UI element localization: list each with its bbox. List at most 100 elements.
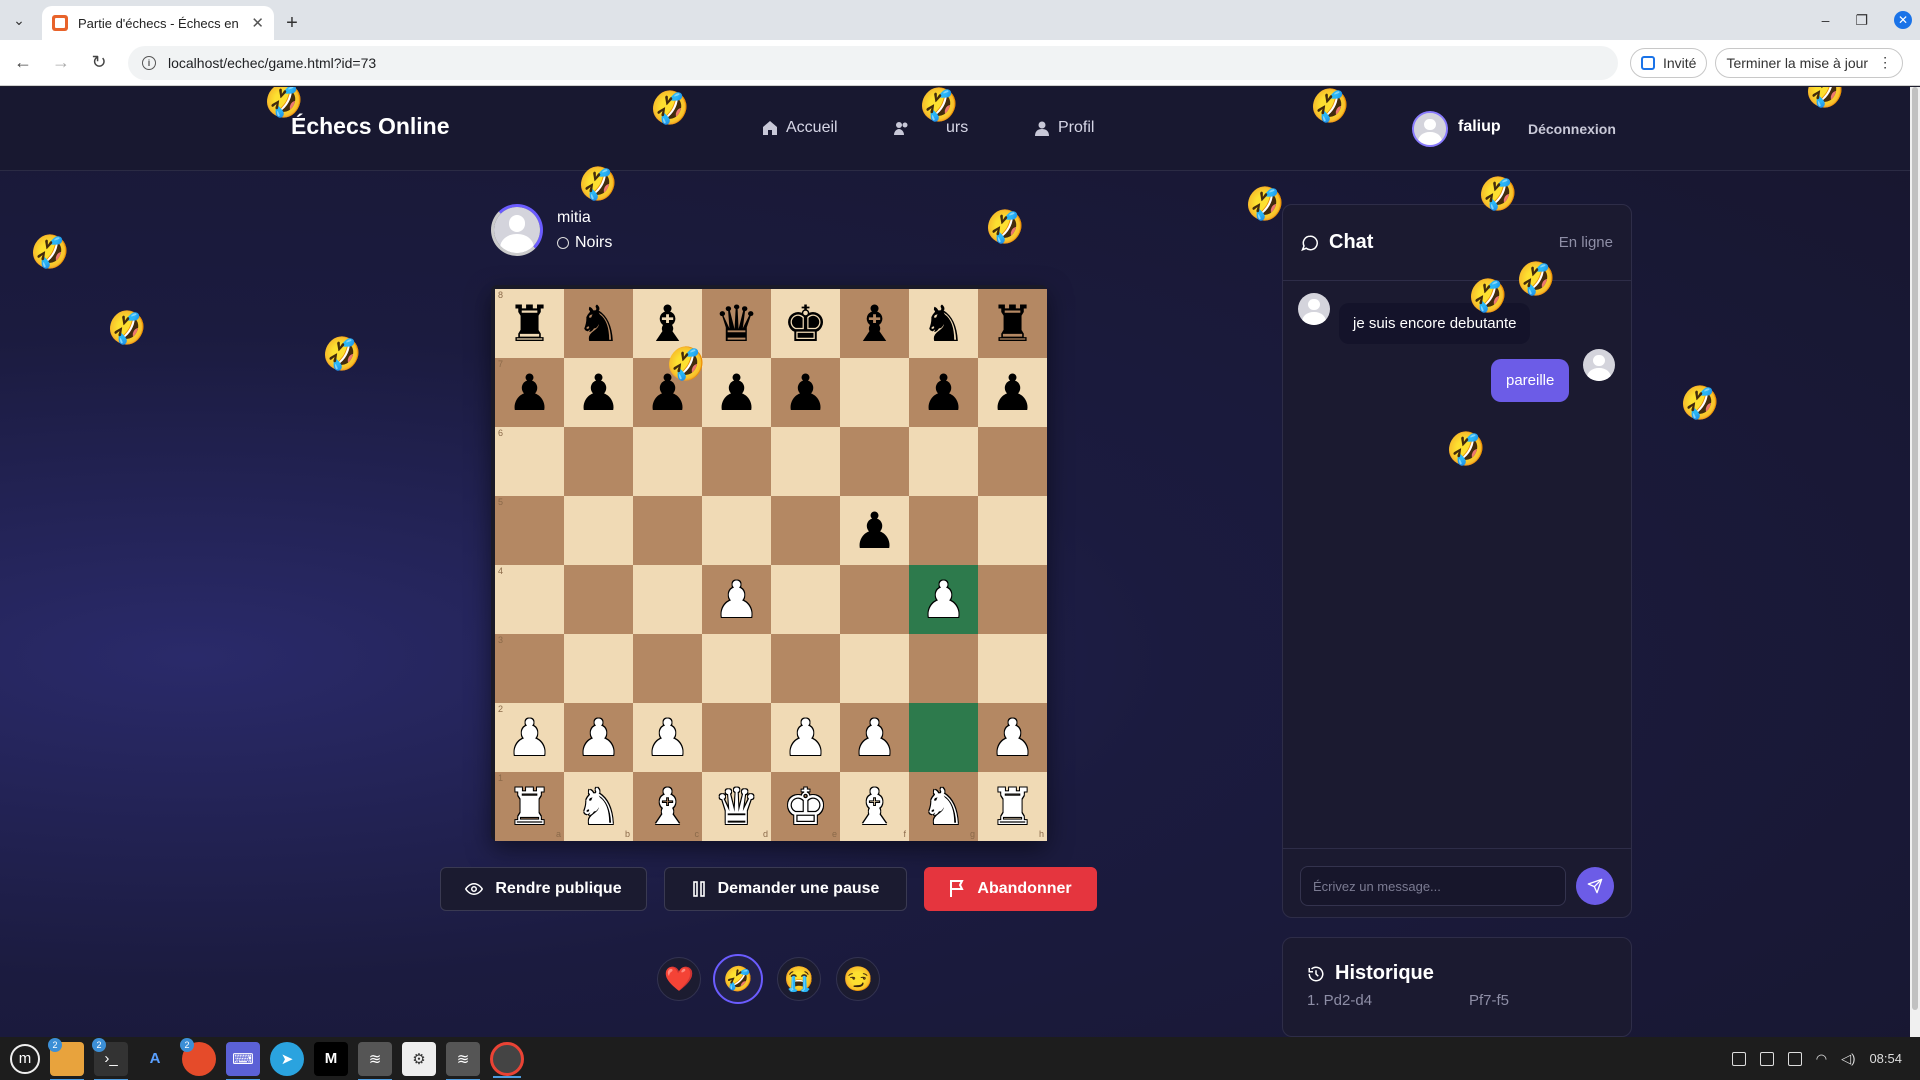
white-rook-piece[interactable]: ♜ (990, 782, 1035, 832)
square-h5[interactable] (978, 496, 1047, 565)
wifi-icon[interactable]: ◠ (1816, 1051, 1827, 1067)
update-button[interactable]: Terminer la mise à jour ⋮ (1715, 47, 1904, 78)
user-avatar[interactable] (1412, 111, 1448, 147)
square-h3[interactable] (978, 634, 1047, 703)
keyboard-app-icon[interactable]: ⌨ (226, 1041, 260, 1080)
site-info-icon[interactable]: i (142, 55, 156, 70)
square-a2[interactable]: 2 ♟ (495, 703, 564, 772)
close-window-icon[interactable]: ✕ (1894, 11, 1912, 29)
request-pause-button[interactable]: Demander une pause (664, 867, 907, 911)
square-d8[interactable]: ♛ (702, 289, 771, 358)
volume-icon[interactable]: ◁) (1841, 1051, 1855, 1067)
send-button[interactable] (1576, 867, 1614, 905)
square-g5[interactable] (909, 496, 978, 565)
square-d4[interactable]: ♟ (702, 565, 771, 634)
black-rook-piece[interactable]: ♜ (507, 299, 552, 349)
tab-close-icon[interactable]: ✕ (251, 14, 264, 32)
reaction-laugh[interactable]: 🤣 (713, 954, 763, 1004)
white-pawn-piece[interactable]: ♟ (645, 713, 690, 763)
network-app-icon[interactable]: ≋ (446, 1041, 480, 1080)
white-pawn-piece[interactable]: ♟ (714, 575, 759, 625)
restore-icon[interactable]: ❐ (1855, 12, 1868, 29)
white-knight-piece[interactable]: ♞ (921, 782, 966, 832)
square-g1[interactable]: g ♞ (909, 772, 978, 841)
square-e3[interactable] (771, 634, 840, 703)
settings-app-icon[interactable]: ⚙ (402, 1041, 436, 1076)
square-e5[interactable] (771, 496, 840, 565)
square-d6[interactable] (702, 427, 771, 496)
square-g6[interactable] (909, 427, 978, 496)
black-pawn-piece[interactable]: ♟ (576, 368, 621, 418)
white-queen-piece[interactable]: ♛ (714, 782, 759, 832)
square-a5[interactable]: 5 (495, 496, 564, 565)
nav-profile[interactable]: Profil (1034, 119, 1094, 137)
new-tab-button[interactable]: + (274, 6, 310, 40)
square-a1[interactable]: 1 a ♜ (495, 772, 564, 841)
reaction-cry[interactable]: 😭 (777, 957, 821, 1001)
nav-home[interactable]: Accueil (762, 119, 838, 137)
black-queen-piece[interactable]: ♛ (714, 299, 759, 349)
square-b3[interactable] (564, 634, 633, 703)
square-c5[interactable] (633, 496, 702, 565)
black-bishop-piece[interactable]: ♝ (852, 299, 897, 349)
square-f6[interactable] (840, 427, 909, 496)
square-f5[interactable]: ♟ (840, 496, 909, 565)
square-c1[interactable]: c ♝ (633, 772, 702, 841)
square-g7[interactable]: ♟ (909, 358, 978, 427)
telegram-app-icon[interactable]: ➤ (270, 1041, 304, 1076)
black-pawn-piece[interactable]: ♟ (852, 506, 897, 556)
white-king-piece[interactable]: ♚ (783, 782, 828, 832)
start-menu-icon[interactable]: m (10, 1043, 40, 1074)
square-g3[interactable] (909, 634, 978, 703)
square-g8[interactable]: ♞ (909, 289, 978, 358)
black-knight-piece[interactable]: ♞ (576, 299, 621, 349)
square-f3[interactable] (840, 634, 909, 703)
white-knight-piece[interactable]: ♞ (576, 782, 621, 832)
square-g2[interactable] (909, 703, 978, 772)
square-a4[interactable]: 4 (495, 565, 564, 634)
square-d5[interactable] (702, 496, 771, 565)
forward-arrow-icon[interactable]: → (46, 48, 76, 78)
black-pawn-piece[interactable]: ♟ (921, 368, 966, 418)
black-bishop-piece[interactable]: ♝ (645, 299, 690, 349)
square-b7[interactable]: ♟ (564, 358, 633, 427)
url-bar[interactable]: i localhost/echec/game.html?id=73 (128, 45, 1618, 80)
square-b1[interactable]: b ♞ (564, 772, 633, 841)
square-e7[interactable]: ♟ (771, 358, 840, 427)
black-knight-piece[interactable]: ♞ (921, 299, 966, 349)
square-h6[interactable] (978, 427, 1047, 496)
square-f2[interactable]: ♟ (840, 703, 909, 772)
square-d1[interactable]: d ♛ (702, 772, 771, 841)
make-public-button[interactable]: Rendre publique (440, 867, 647, 911)
square-d3[interactable] (702, 634, 771, 703)
black-pawn-piece[interactable]: ♟ (714, 368, 759, 418)
black-pawn-piece[interactable]: ♟ (783, 368, 828, 418)
square-d2[interactable] (702, 703, 771, 772)
square-c3[interactable] (633, 634, 702, 703)
square-d7[interactable]: ♟ (702, 358, 771, 427)
app-icon[interactable]: M (314, 1041, 348, 1076)
square-h2[interactable]: ♟ (978, 703, 1047, 772)
chess-board[interactable]: 8 ♜ ♞ ♝ ♛ ♚ ♝ ♞ ♜ 7 ♟ ♟ ♟ ♟ ♟ ♟ ♟ 6 5 ♟ 4 ♟ ♟ 3 2 ♟ ♟ ♟ ♟ ♟ ♟ 1 a ♜ b ♞ c ♝ d ♛… (491, 285, 1047, 841)
terminal-app-icon[interactable]: 2 ›_ (92, 1037, 128, 1080)
square-c6[interactable] (633, 427, 702, 496)
square-h8[interactable]: ♜ (978, 289, 1047, 358)
black-pawn-piece[interactable]: ♟ (507, 368, 552, 418)
square-f1[interactable]: f ♝ (840, 772, 909, 841)
square-b2[interactable]: ♟ (564, 703, 633, 772)
square-g4[interactable]: ♟ (909, 565, 978, 634)
logout-link[interactable]: Déconnexion (1528, 121, 1616, 137)
reaction-heart[interactable]: ❤️ (657, 957, 701, 1001)
square-e4[interactable] (771, 565, 840, 634)
white-pawn-piece[interactable]: ♟ (783, 713, 828, 763)
square-c2[interactable]: ♟ (633, 703, 702, 772)
square-a3[interactable]: 3 (495, 634, 564, 703)
square-e8[interactable]: ♚ (771, 289, 840, 358)
square-b6[interactable] (564, 427, 633, 496)
square-b4[interactable] (564, 565, 633, 634)
reload-icon[interactable]: ↻ (84, 48, 114, 78)
square-c4[interactable] (633, 565, 702, 634)
square-f7[interactable] (840, 358, 909, 427)
square-f4[interactable] (840, 565, 909, 634)
square-f8[interactable]: ♝ (840, 289, 909, 358)
